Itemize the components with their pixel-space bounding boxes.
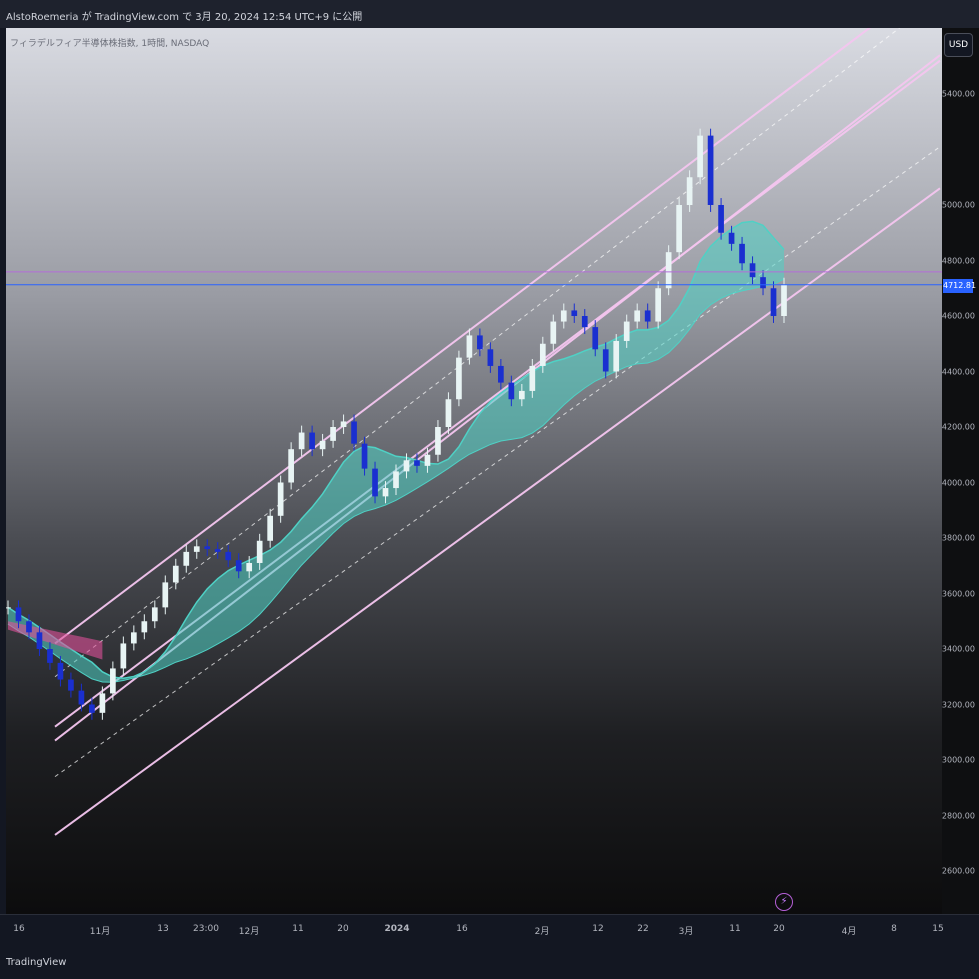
time-axis[interactable]: 16 11月 13 23:00 12月 11 20 2024 16 2月 12 22 3月 11 20 4月 8… bbox=[0, 914, 979, 945]
y-tick-label: 4800.00 bbox=[941, 256, 975, 265]
x-tick-label: 11 bbox=[292, 924, 304, 934]
currency-button[interactable]: USD bbox=[944, 33, 973, 57]
x-tick-label: 2024 bbox=[384, 924, 410, 934]
y-tick-label: 4600.00 bbox=[941, 311, 975, 321]
y-tick-label: 2800.00 bbox=[941, 811, 975, 820]
x-tick-label: 16 bbox=[456, 924, 468, 934]
y-tick-label: 5400.00 bbox=[941, 89, 975, 99]
x-tick-label: 12 bbox=[592, 924, 604, 934]
x-tick-label: 16 bbox=[13, 924, 25, 934]
x-tick-label: 15 bbox=[932, 924, 944, 934]
symbol-legend: フィラデルフィア半導体株指数, 1時間, NASDAQ bbox=[10, 39, 210, 49]
x-tick-label: 8 bbox=[891, 924, 897, 934]
y-tick-label: 3200.00 bbox=[941, 700, 975, 709]
x-tick-label: 11 bbox=[729, 924, 741, 934]
x-tick-label: 2月 bbox=[534, 927, 550, 937]
x-tick-label: 22 bbox=[637, 924, 649, 934]
x-tick-label: 13 bbox=[157, 924, 169, 934]
last-price-label: 4712.81 bbox=[943, 279, 976, 293]
tradingview-logo: TradingView bbox=[6, 957, 67, 968]
y-tick-label: 4000.00 bbox=[941, 478, 975, 487]
y-tick-label: 4400.00 bbox=[941, 367, 975, 376]
x-tick-label: 4月 bbox=[841, 927, 857, 937]
publisher-text: AlstoRoemeria が TradingView.com で 3月 20,… bbox=[6, 12, 363, 23]
y-tick-label: 3600.00 bbox=[941, 589, 975, 598]
y-tick-label: 3400.00 bbox=[941, 644, 975, 654]
y-tick-label: 4200.00 bbox=[941, 422, 975, 432]
y-tick-label: 3800.00 bbox=[941, 533, 975, 543]
x-tick-label: 11月 bbox=[89, 927, 111, 937]
y-tick-label: 3000.00 bbox=[941, 755, 975, 765]
price-axis[interactable]: 2600.00 2800.00 3000.00 3200.00 3400.00 3600.… bbox=[942, 28, 979, 914]
x-tick-label: 20 bbox=[337, 924, 349, 934]
top-bar: AlstoRoemeria が TradingView.com で 3月 20,… bbox=[0, 0, 979, 28]
x-tick-label: 3月 bbox=[678, 927, 694, 937]
lightning-icon[interactable]: ⚡ bbox=[775, 893, 793, 911]
chart-plot-area[interactable]: フィラデルフィア半導体株指数, 1時間, NASDAQ bbox=[6, 28, 942, 914]
y-tick-label: 2600.00 bbox=[941, 866, 975, 876]
footer: TradingView bbox=[0, 944, 979, 979]
y-tick-label: 5000.00 bbox=[941, 200, 975, 210]
x-tick-label: 23:00 bbox=[193, 924, 219, 934]
x-tick-label: 20 bbox=[773, 924, 785, 934]
x-tick-label: 12月 bbox=[238, 927, 260, 937]
